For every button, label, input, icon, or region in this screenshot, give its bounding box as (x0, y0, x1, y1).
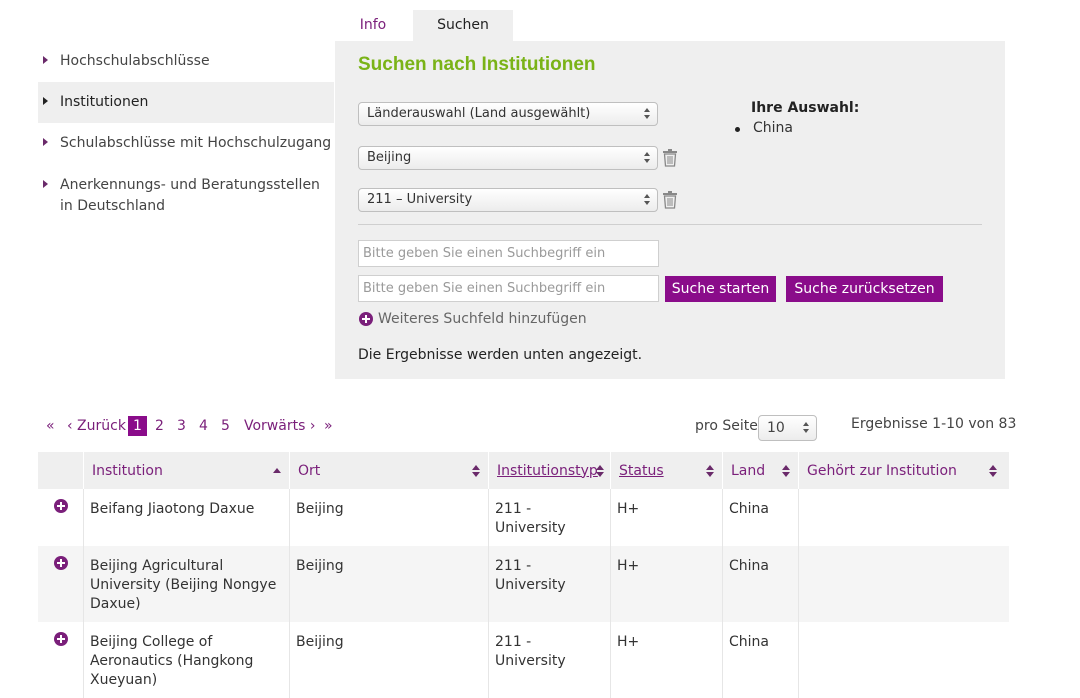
expand-cell[interactable] (38, 489, 84, 546)
pagination-last[interactable]: » (324, 416, 333, 436)
arrow-right-icon (43, 138, 48, 146)
institution-type-value: 211 – University (367, 192, 473, 207)
cell-status: H+ (610, 622, 723, 698)
cell-land: China (722, 622, 799, 698)
cell-institution: Beijing Agricultural University (Beijing… (83, 546, 290, 622)
cell-institutionstyp: 211 - University (488, 546, 611, 622)
city-select[interactable]: Beijing (358, 146, 658, 170)
search-reset-button[interactable]: Suche zurücksetzen (786, 276, 943, 302)
select-arrows-icon (644, 151, 652, 165)
tab-suchen[interactable]: Suchen (413, 10, 513, 41)
sort-icon (596, 465, 604, 477)
sort-icon (782, 465, 790, 477)
results-count: Ergebnisse 1-10 von 83 (851, 416, 1017, 432)
add-field-label: Weiteres Suchfeld hinzufügen (378, 311, 587, 327)
select-arrows-icon (644, 193, 652, 207)
pagination-next[interactable]: Vorwärts › (244, 416, 315, 436)
expand-cell[interactable] (38, 622, 84, 698)
cell-institution: Beijing College of Aeronautics (Hangkong… (83, 622, 290, 698)
plus-circle-icon[interactable] (53, 499, 68, 513)
header-ort[interactable]: Ort (289, 452, 489, 489)
pagination-prev[interactable]: ‹ Zurück (67, 416, 126, 436)
cell-status: H+ (610, 546, 723, 622)
per-page-label: pro Seite (695, 418, 758, 434)
tab-info[interactable]: Info (348, 10, 398, 41)
search-input-2[interactable] (358, 275, 659, 302)
pagination-page[interactable]: 4 (199, 416, 208, 436)
cell-ort: Beijing (289, 489, 489, 546)
sidebar-item-hochschulabschluesse[interactable]: Hochschulabschlüsse (38, 51, 334, 72)
country-select[interactable]: Länderauswahl (Land ausgewählt) (358, 102, 658, 126)
cell-institutionstyp: 211 - University (488, 622, 611, 698)
per-page-select[interactable]: 10 (758, 415, 817, 441)
divider (358, 224, 982, 225)
search-start-button[interactable]: Suche starten (665, 276, 776, 302)
table-row: Beifang Jiaotong Daxue Beijing 211 - Uni… (38, 489, 1009, 546)
header-institution[interactable]: Institution (83, 452, 290, 489)
pagination-page[interactable]: 5 (221, 416, 230, 436)
cell-institution: Beifang Jiaotong Daxue (83, 489, 290, 546)
arrow-right-icon (43, 97, 48, 105)
institution-type-select[interactable]: 211 – University (358, 188, 658, 212)
table-header-row: Institution Ort Institutionstyp Status L… (38, 452, 1009, 489)
sidebar-item-label: Institutionen (60, 94, 149, 110)
header-status[interactable]: Status (610, 452, 723, 489)
header-institutionstyp[interactable]: Institutionstyp (488, 452, 611, 489)
arrow-right-icon (43, 56, 48, 64)
header-gehoert-zur-institution[interactable]: Gehört zur Institution (798, 452, 1009, 489)
cell-status: H+ (610, 489, 723, 546)
table-row: Beijing Agricultural University (Beijing… (38, 546, 1009, 622)
sidebar-item-label: Schulabschlüsse mit Hochschulzugang (60, 135, 332, 151)
sidebar-item-institutionen[interactable]: Institutionen (38, 82, 334, 123)
cell-land: China (722, 489, 799, 546)
cell-gehoert (798, 546, 1009, 622)
table-row: Beijing College of Aeronautics (Hangkong… (38, 622, 1009, 698)
search-title: Suchen nach Institutionen (358, 54, 596, 75)
sort-icon (989, 465, 997, 477)
result-note: Die Ergebnisse werden unten angezeigt. (358, 347, 643, 363)
sort-icon (472, 465, 480, 477)
plus-circle-icon[interactable] (53, 556, 68, 570)
header-expand (38, 452, 84, 489)
expand-cell[interactable] (38, 546, 84, 622)
trash-icon[interactable] (662, 149, 678, 167)
add-search-field-link[interactable]: Weiteres Suchfeld hinzufügen (359, 309, 587, 329)
pagination-page[interactable]: 2 (155, 416, 164, 436)
cell-gehoert (798, 622, 1009, 698)
header-land[interactable]: Land (722, 452, 799, 489)
sidebar-item-label: Hochschulabschlüsse (60, 53, 210, 69)
sort-icon (706, 465, 714, 477)
cell-ort: Beijing (289, 546, 489, 622)
cell-ort: Beijing (289, 622, 489, 698)
selection-title: Ihre Auswahl: (751, 100, 860, 116)
pagination-first[interactable]: « (46, 416, 55, 436)
sidebar-item-label: Anerkennungs- und Beratungsstellen in De… (60, 177, 320, 214)
sort-asc-icon (273, 465, 281, 477)
per-page-value: 10 (767, 420, 785, 436)
city-select-value: Beijing (367, 150, 412, 165)
cell-institutionstyp: 211 - University (488, 489, 611, 546)
pagination-page-current[interactable]: 1 (128, 416, 147, 436)
trash-icon[interactable] (662, 191, 678, 209)
results-table: Institution Ort Institutionstyp Status L… (38, 452, 1009, 698)
sidebar-item-anerkennungsstellen[interactable]: Anerkennungs- und Beratungsstellen in De… (38, 175, 328, 217)
plus-circle-icon (359, 312, 373, 326)
plus-circle-icon[interactable] (53, 632, 68, 646)
cell-gehoert (798, 489, 1009, 546)
arrow-right-icon (43, 180, 48, 188)
country-select-value: Länderauswahl (Land ausgewählt) (367, 106, 591, 121)
cell-land: China (722, 546, 799, 622)
selection-item: China (735, 120, 793, 136)
search-input-1[interactable] (358, 240, 659, 267)
sidebar-item-schulabschluesse[interactable]: Schulabschlüsse mit Hochschulzugang (38, 133, 334, 154)
select-arrows-icon (803, 421, 811, 435)
select-arrows-icon (644, 107, 652, 121)
pagination-page[interactable]: 3 (177, 416, 186, 436)
